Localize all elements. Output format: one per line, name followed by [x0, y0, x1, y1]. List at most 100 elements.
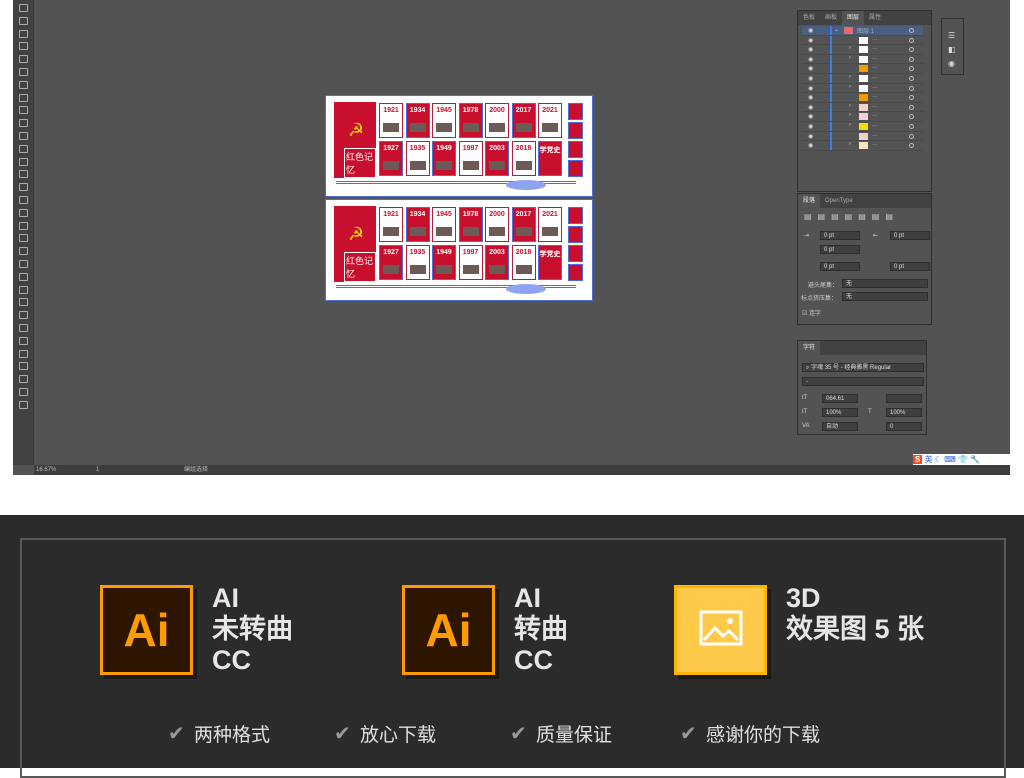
hyphenate-checkbox[interactable]: ☑ 连字 [802, 308, 821, 317]
tool-button[interactable] [19, 55, 28, 64]
eye-icon: ◉ [808, 75, 814, 82]
tool-button[interactable] [19, 16, 28, 25]
tab-3[interactable]: 属性 [864, 11, 886, 25]
font-size-field[interactable]: 064.61 [822, 394, 858, 403]
leading-field[interactable] [886, 394, 922, 403]
tool-button[interactable] [19, 93, 28, 102]
tab-character[interactable]: 字符 [798, 341, 821, 355]
timeline-card: 1945 [432, 207, 456, 242]
tool-button[interactable] [19, 298, 28, 307]
photo [462, 123, 479, 132]
tool-button[interactable] [19, 400, 28, 409]
tab-1[interactable]: 画板 [820, 11, 842, 25]
ai-icon: Ai [100, 585, 193, 675]
tool-button[interactable] [19, 388, 28, 396]
timeline-card: 1934 [405, 207, 430, 242]
tool-button[interactable] [19, 80, 28, 89]
tool-button[interactable] [19, 311, 28, 320]
tool-button[interactable] [19, 272, 28, 281]
tool-button[interactable] [19, 221, 28, 230]
horizontal-scale-field[interactable]: 100% [886, 408, 922, 417]
indent-left-field[interactable]: 0 pt [820, 231, 860, 240]
photo [462, 161, 479, 170]
tool-button[interactable] [19, 324, 28, 332]
tool-button[interactable] [19, 119, 28, 128]
tool-button[interactable] [19, 144, 28, 153]
tool-button[interactable] [19, 260, 28, 268]
tool-button[interactable] [19, 42, 28, 51]
kerning-field[interactable]: 0 [886, 422, 922, 431]
sublayer-row[interactable]: ◉ ›... [802, 45, 923, 55]
tab-opentype[interactable]: OpenType [820, 194, 858, 208]
sublayer-row[interactable]: ◉ ›... [802, 102, 923, 113]
mojikumi-label: 标点挤压集： [801, 296, 838, 302]
party-flag: ☭ 红色记忆 [334, 102, 376, 178]
tool-button[interactable] [19, 170, 28, 179]
tool-button[interactable] [19, 285, 28, 294]
space-after-field[interactable]: 0 pt [890, 262, 930, 271]
timeline-card: 1935 [405, 141, 430, 176]
side-panel [568, 103, 583, 120]
sublayer-row[interactable]: ◉ ›... [802, 112, 923, 122]
tool-button[interactable] [19, 349, 28, 358]
alignment-buttons[interactable]: ▤▤▤▤▤▤▤ [804, 212, 899, 221]
tool-button[interactable] [19, 247, 28, 256]
sublayer-row[interactable]: ◉... [802, 64, 923, 74]
photo [489, 227, 505, 236]
ai-icon: Ai [402, 585, 495, 675]
sublayer-row[interactable]: ◉ ›... [802, 141, 923, 151]
artboard-2[interactable]: ☭ 红色记忆 1921 1934 1945 1978 2000 2017 2021 1927 193… [325, 199, 593, 301]
tool-button[interactable] [19, 208, 28, 217]
sublayer-row[interactable]: ◉ ›... [802, 121, 923, 132]
eye-icon: ◉ [808, 56, 814, 63]
feature-1-text: AI 未转曲 CC [212, 583, 293, 675]
timeline-card: 1997 [458, 245, 483, 280]
tool-button[interactable] [19, 196, 28, 204]
tool-status: 编组选择 [184, 467, 209, 473]
sublayer-row[interactable]: ◉ ›... [802, 83, 923, 94]
sublayer-row[interactable]: ◉ ›... [802, 73, 923, 84]
font-family-select[interactable]: ⌕ 字魂 35 号 - 经典雅黑 Regular [802, 363, 924, 372]
tool-button[interactable] [19, 29, 28, 38]
tool-button[interactable] [19, 106, 28, 115]
kinsoku-label: 避头尾集： [808, 283, 839, 289]
dock-icons[interactable]: ☰ ◧ ◉ [948, 29, 957, 71]
sublayer-row[interactable]: ◉... [802, 35, 923, 46]
kinsoku-select[interactable]: 无 [842, 279, 928, 288]
tool-button[interactable] [19, 375, 28, 384]
tool-button[interactable] [19, 68, 28, 76]
sublayer-row[interactable]: ◉ ›... [802, 54, 923, 65]
tab-2[interactable]: 图层 [842, 11, 865, 25]
sublayer-row[interactable]: ◉... [802, 93, 923, 103]
timeline-card: 2003 [485, 141, 509, 176]
tool-button[interactable] [19, 183, 28, 192]
space-before-field[interactable]: 0 pt [820, 262, 860, 271]
photo [462, 265, 479, 274]
sublayer-row[interactable]: ◉... [802, 131, 923, 142]
zoom-level[interactable]: 16.67% [36, 465, 56, 475]
photo [489, 123, 505, 132]
timeline-card: 1934 [405, 103, 430, 138]
vertical-scale-field[interactable]: 100% [822, 408, 858, 417]
page-number[interactable]: 1 [96, 465, 99, 475]
photo [489, 265, 505, 274]
artboard-1[interactable]: ☭ 红色记忆 1921 1934 1945 1978 2000 2017 2021 1927 193… [325, 95, 593, 197]
tool-button[interactable] [19, 234, 28, 243]
tab-paragraph[interactable]: 段落 [798, 194, 821, 208]
font-style-select[interactable]: - [802, 377, 924, 386]
tracking-field[interactable]: 自动 [822, 422, 858, 431]
tool-button[interactable] [19, 132, 28, 140]
indent-right-field[interactable]: 0 pt [890, 231, 930, 240]
layer-row-top[interactable]: ◉ ⌄ 图层 1 [802, 26, 923, 36]
photo [383, 265, 399, 274]
side-panel [568, 122, 583, 139]
tool-button[interactable] [19, 4, 28, 12]
text-panel: 学党史 [538, 141, 562, 176]
timeline-card: 2018 [511, 245, 536, 280]
tab-0[interactable]: 色板 [798, 11, 820, 25]
tool-button[interactable] [19, 362, 28, 371]
tool-button[interactable] [19, 336, 28, 345]
first-line-indent-field[interactable]: 0 pt [820, 245, 860, 254]
mojikumi-select[interactable]: 无 [842, 292, 928, 301]
tool-button[interactable] [19, 157, 28, 166]
